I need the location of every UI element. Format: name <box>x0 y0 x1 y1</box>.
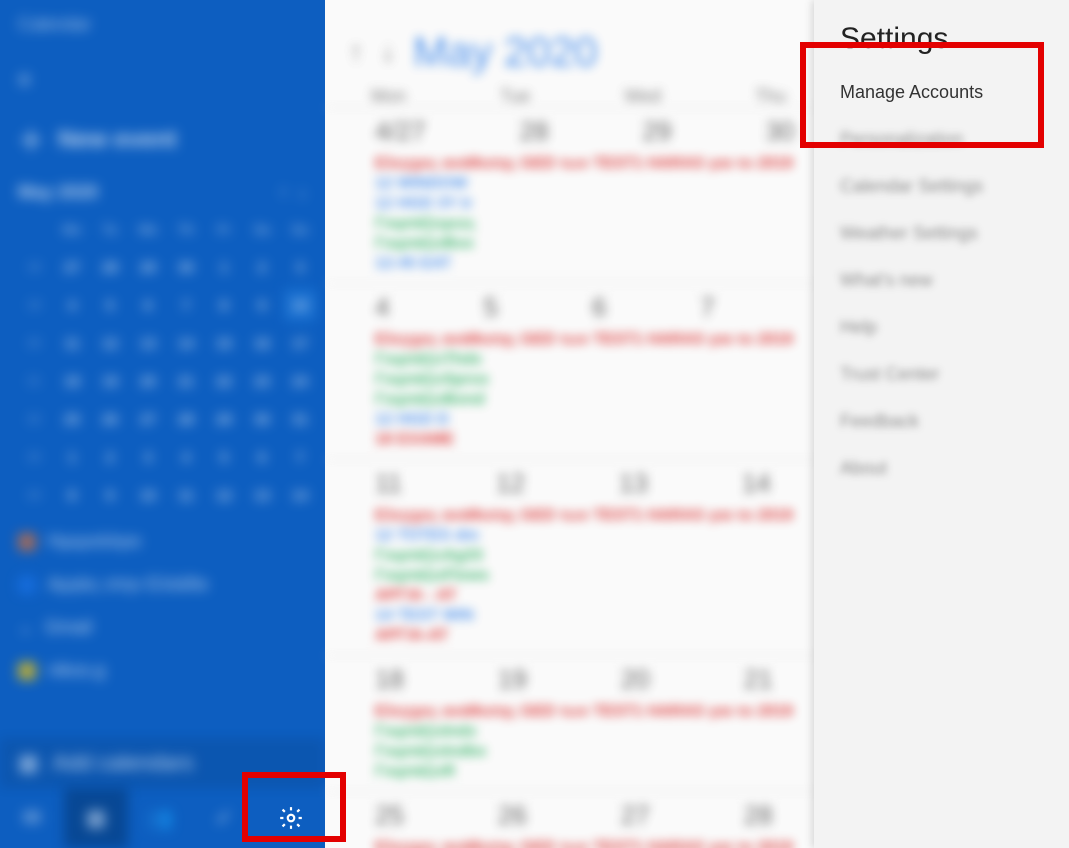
calendar-entry[interactable]: Ημερολόγιο <box>18 531 307 552</box>
calendar-icon[interactable]: ▦ <box>64 788 128 848</box>
mini-cal-nav[interactable]: ↑ ↓ <box>279 182 307 203</box>
mini-cal-month: May 2020 <box>18 182 98 203</box>
plus-icon: ＋ <box>18 121 44 158</box>
gear-icon <box>278 805 304 831</box>
settings-item-trust-center[interactable]: Trust Center <box>840 351 1043 398</box>
gmail-label: Gmail <box>45 617 92 638</box>
next-month-icon[interactable]: ↓ <box>381 36 395 68</box>
calendar-entry[interactable]: Αργίες στην Ελλάδα <box>18 574 307 595</box>
add-calendars-label: Add calendars <box>53 750 194 776</box>
color-chip <box>18 533 36 551</box>
new-event-button[interactable]: ＋ New event <box>0 111 325 182</box>
people-icon[interactable]: 👥 <box>128 788 192 848</box>
settings-item-personalization[interactable]: Personalization <box>840 116 1043 163</box>
main-month-title: May 2020 <box>413 28 597 76</box>
account-label: nikos.g <box>48 660 105 681</box>
todo-icon[interactable]: ✓ <box>192 788 256 848</box>
hamburger-icon[interactable]: ≡ <box>0 49 325 111</box>
calendar-icon: ▦ <box>18 750 39 776</box>
settings-item-calendar-settings[interactable]: Calendar Settings <box>840 163 1043 210</box>
gmail-section[interactable]: ⌄ Gmail <box>18 617 307 638</box>
mini-calendar[interactable]: May 2020 ↑ ↓ MoTuWeThFrSaSu1827282930123… <box>0 182 325 511</box>
color-chip <box>18 576 36 594</box>
settings-flyout: Settings Manage Accounts Personalization… <box>814 0 1069 848</box>
settings-title: Settings <box>840 22 1043 56</box>
app-root: Calendar ≡ ＋ New event May 2020 ↑ ↓ MoTu… <box>0 0 1069 848</box>
new-event-label: New event <box>58 126 177 154</box>
settings-item-whats-new[interactable]: What's new <box>840 257 1043 304</box>
account-entry[interactable]: nikos.g <box>18 660 307 681</box>
sidebar-calendar-list: Ημερολόγιο Αργίες στην Ελλάδα ⌄ Gmail ni… <box>0 511 325 701</box>
settings-item-manage-accounts[interactable]: Manage Accounts <box>840 78 1043 116</box>
settings-item-weather-settings[interactable]: Weather Settings <box>840 210 1043 257</box>
mail-icon[interactable]: ✉ <box>0 788 64 848</box>
add-calendars-button[interactable]: ▦ Add calendars <box>0 738 325 788</box>
settings-item-help[interactable]: Help <box>840 304 1043 351</box>
color-chip <box>18 662 36 680</box>
app-title: Calendar <box>0 0 325 49</box>
sidebar: Calendar ≡ ＋ New event May 2020 ↑ ↓ MoTu… <box>0 0 325 848</box>
calendar-label: Αργίες στην Ελλάδα <box>48 574 208 595</box>
calendar-label: Ημερολόγιο <box>48 531 141 552</box>
chevron-down-icon: ⌄ <box>18 617 33 638</box>
sidebar-footer: ✉ ▦ 👥 ✓ <box>0 788 325 848</box>
settings-item-about[interactable]: About <box>840 445 1043 492</box>
settings-item-feedback[interactable]: Feedback <box>840 398 1043 445</box>
prev-month-icon[interactable]: ↑ <box>349 36 363 68</box>
settings-gear-button[interactable] <box>256 788 325 848</box>
